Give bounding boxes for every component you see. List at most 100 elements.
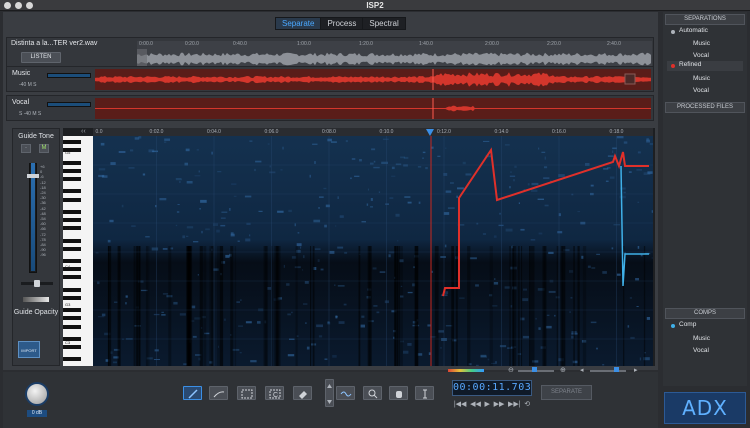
go-to-end-button[interactable]: ▶▶| [508, 400, 521, 410]
guide-tone-title: Guide Tone [18, 133, 54, 140]
scroll-left-icon[interactable]: ‹‹ [81, 128, 86, 135]
guide-volume-slider[interactable] [27, 163, 39, 273]
piano-black-key[interactable] [63, 287, 81, 292]
pitch-icon [340, 391, 352, 397]
automatic-status-dot [671, 30, 675, 34]
adx-logo: ADX [664, 392, 746, 424]
guide-volume-scale: +6 0 -6 -12 -18 -24 -30 -36 -42 -48 -54 -60 -66 -72 -7… [40, 164, 46, 258]
guide-mute-button[interactable]: M [39, 144, 49, 153]
piano-black-key[interactable] [63, 308, 81, 313]
piano-black-key[interactable] [63, 324, 81, 329]
piano-black-key[interactable] [63, 345, 81, 350]
piano-black-key[interactable] [63, 160, 81, 165]
vocal-waveform[interactable] [95, 98, 651, 119]
piano-black-key[interactable] [63, 357, 81, 362]
comp-status-dot [671, 324, 675, 328]
spectrogram[interactable] [93, 136, 658, 368]
piano-keyboard[interactable]: G5 C5 G4 C4 G3 C3 [63, 136, 93, 366]
tab-separate[interactable]: Separate [276, 18, 322, 29]
piano-black-key[interactable] [63, 177, 81, 181]
magnifier-icon [368, 389, 378, 399]
play-button[interactable]: ▶ [485, 400, 490, 410]
zoom-tool-button[interactable] [363, 386, 382, 400]
piano-black-key[interactable] [63, 218, 81, 222]
time-ruler-label: 0:04.0 [207, 129, 221, 135]
text-tool-button[interactable] [415, 386, 434, 400]
refined-music-item[interactable]: Music [693, 75, 710, 82]
time-ruler-label: 0:02.0 [149, 129, 164, 135]
import-button[interactable]: IMPORT [18, 341, 40, 358]
piano-black-key[interactable] [63, 197, 81, 202]
music-track-controls[interactable]: -40 M S [19, 82, 37, 88]
draw-tool-button[interactable] [183, 386, 202, 400]
piano-black-key[interactable] [63, 295, 81, 300]
output-gain-knob[interactable] [25, 382, 49, 406]
rewind-button[interactable]: ◀◀ [470, 400, 481, 410]
time-ruler[interactable]: 0.0 0:02.0 0:04.0 0:06.0 0:08.0 0:10.0 0:12.0 0… [93, 128, 653, 136]
vocal-level-meter[interactable] [47, 102, 91, 107]
separate-button[interactable]: SEPARATE [541, 385, 592, 400]
piano-black-key[interactable] [63, 246, 81, 251]
eraser-icon [299, 391, 307, 399]
automatic-music-item[interactable]: Music [693, 40, 710, 47]
time-select-button[interactable]: C [265, 386, 284, 400]
piano-black-key[interactable] [63, 140, 81, 145]
time-ruler-label: 0:14.0 [494, 129, 509, 135]
piano-black-key[interactable] [63, 238, 81, 243]
source-waveform[interactable]: 0:00.0 0:20.0 0:40.0 1:00.0 1:20.0 1:40.… [137, 41, 652, 69]
refined-vocal-item[interactable]: Vocal [693, 87, 709, 94]
music-track-label: Music [12, 70, 31, 77]
automatic-vocal-item[interactable]: Vocal [693, 52, 709, 59]
comp-item[interactable]: Comp [679, 321, 696, 328]
main-panel: Separate Process Spectral Distinta a la.… [3, 12, 658, 374]
box-select-button[interactable] [237, 386, 256, 400]
spectrogram-area: ‹‹ 0.0 0:02.0 0:04.0 0:06.0 0:08.0 0:10.0 0:12… [63, 128, 658, 368]
piano-key-label: G5 [65, 150, 71, 155]
vocal-track: Vocal S -40 M S [6, 95, 654, 121]
right-panel: SEPARATIONS Automatic Music Vocal Refine… [663, 12, 747, 386]
guide-pan-thumb[interactable] [34, 280, 40, 287]
comp-music-item[interactable]: Music [693, 335, 710, 342]
separation-refined[interactable]: Refined [679, 61, 701, 68]
time-ruler-label: 0:16.0 [552, 129, 566, 135]
comp-vocal-item[interactable]: Vocal [693, 347, 709, 354]
tab-process[interactable]: Process [321, 18, 364, 29]
time-ruler-label: 0:06.0 [264, 129, 279, 135]
source-filename: Distinta a la...TER ver2.wav [11, 40, 98, 47]
vocal-track-label: Vocal [12, 99, 30, 106]
svg-text:C: C [273, 392, 278, 399]
guide-opacity-bar[interactable] [23, 297, 49, 302]
guide-scale-label: -36 [40, 200, 46, 206]
fast-forward-button[interactable]: ▶▶ [494, 400, 505, 410]
music-track: Music -40 M S [6, 66, 654, 92]
vocal-track-controls[interactable]: S -40 M S [19, 111, 41, 117]
piano-black-key[interactable] [63, 168, 81, 173]
guide-settings-button[interactable]: · [21, 144, 31, 153]
guide-volume-thumb[interactable] [27, 174, 39, 178]
listen-button[interactable]: LISTEN [21, 52, 61, 63]
separation-automatic[interactable]: Automatic [679, 27, 708, 34]
loop-button[interactable]: ⟲ [524, 400, 530, 410]
guide-pan-slider[interactable] [21, 280, 53, 287]
vertical-zoom-button[interactable] [325, 379, 334, 407]
music-level-meter[interactable] [47, 73, 91, 78]
eraser-tool-button[interactable] [293, 386, 312, 400]
piano-key-label: C4 [65, 264, 71, 269]
tab-spectral[interactable]: Spectral [363, 18, 404, 29]
piano-black-key[interactable] [63, 209, 81, 214]
music-waveform[interactable] [95, 69, 651, 90]
lasso-tool-button[interactable] [209, 386, 228, 400]
pitch-tool-button[interactable] [336, 386, 355, 400]
piano-black-key[interactable] [63, 316, 81, 321]
playhead-marker-icon[interactable] [426, 128, 436, 137]
hand-tool-button[interactable] [389, 386, 408, 400]
go-to-start-button[interactable]: |◀◀ [454, 400, 467, 410]
cursor-icon [423, 389, 427, 399]
up-down-arrows-icon [327, 384, 332, 404]
music-waveform-graphic [95, 69, 651, 90]
piano-black-key[interactable] [63, 259, 81, 263]
vocal-waveform-graphic [95, 98, 651, 119]
time-ruler-label: 0.0 [95, 129, 103, 135]
piano-black-key[interactable] [63, 275, 81, 280]
piano-key-label: G4 [65, 226, 71, 231]
